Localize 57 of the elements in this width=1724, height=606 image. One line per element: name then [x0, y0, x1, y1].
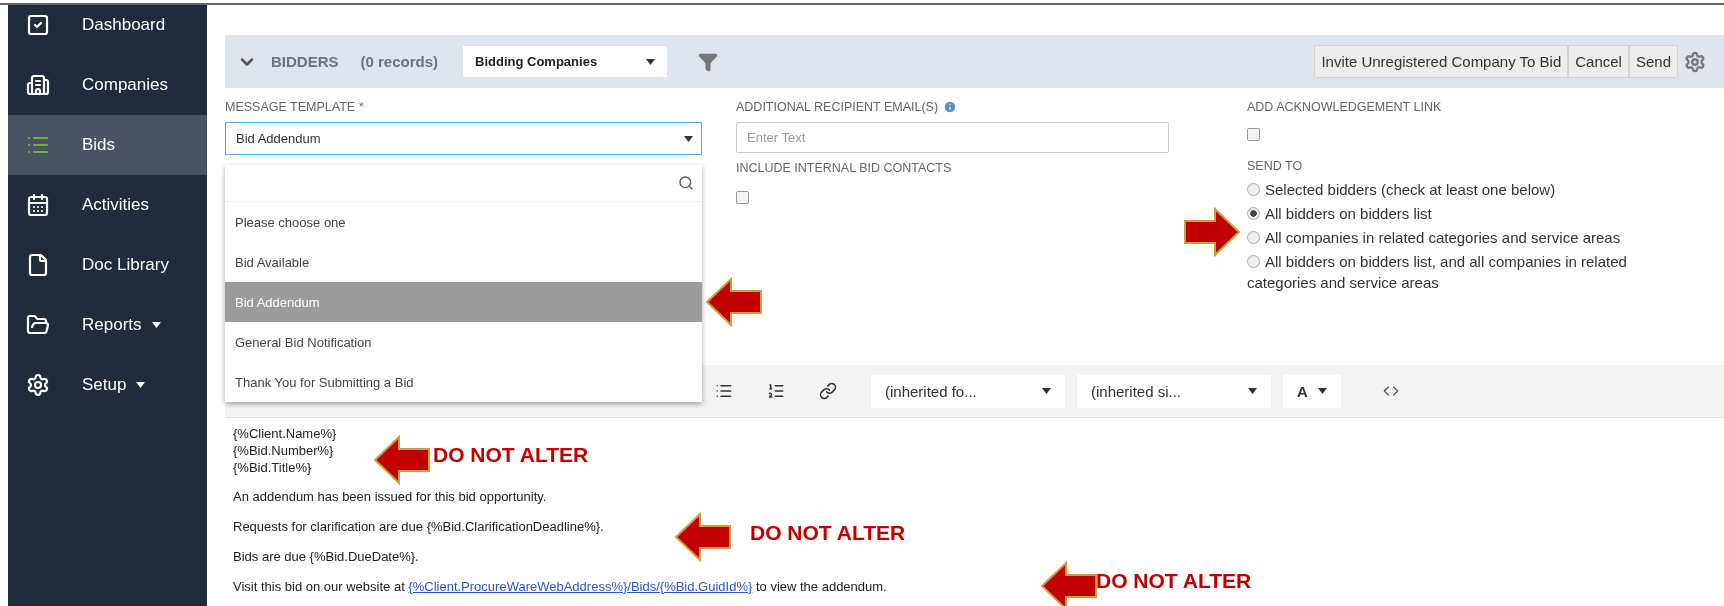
code-icon[interactable] — [1383, 383, 1399, 399]
toolbar-select[interactable]: (inherited si... — [1077, 374, 1271, 408]
sidebar-item[interactable]: Bids — [8, 115, 207, 175]
field-label: ADDITIONAL RECIPIENT EMAIL(S) — [736, 100, 1169, 114]
dropdown-option[interactable]: Please choose one — [225, 202, 702, 242]
template-select[interactable]: Bid Addendum — [225, 122, 702, 155]
template-line: {%Bid.Number%} — [233, 442, 334, 459]
caret-icon — [646, 58, 656, 65]
search-icon[interactable] — [678, 175, 694, 191]
sidebar-item[interactable]: Companies — [8, 55, 207, 115]
toolbar-select[interactable]: (inherited fo... — [871, 374, 1065, 408]
toolbar-select[interactable]: A — [1283, 374, 1341, 408]
warning-label: DO NOT ALTER — [1096, 569, 1252, 593]
sidebar-item[interactable]: Dashboard — [8, 5, 207, 55]
sidebar-item[interactable]: Reports — [8, 295, 207, 355]
record-count: (0 records) — [360, 53, 439, 70]
message-paragraph: Visit this bid on our website at {%Client.ProcureWareWebAddress%}/Bids/{%Bid.GuidId%} to view the addendum. — [233, 578, 887, 596]
radio-option[interactable]: All companies in related categories and service areas — [1247, 227, 1667, 248]
settings-icon[interactable] — [1684, 50, 1706, 73]
checkbox[interactable] — [1247, 128, 1260, 141]
checkbox[interactable] — [736, 191, 749, 204]
message-paragraph: Requests for clarification are due {%Bid.ClarificationDeadline%}. — [233, 518, 604, 536]
caret-icon — [1318, 388, 1327, 394]
filter-icon[interactable] — [698, 51, 719, 72]
field-label: MESSAGE TEMPLATE * — [225, 100, 365, 114]
template-line: {%Bid.Title%} — [233, 459, 312, 476]
sidebar-item[interactable]: Activities — [8, 175, 207, 235]
caret-icon — [1042, 388, 1051, 394]
action-button[interactable]: Cancel — [1568, 45, 1629, 78]
radio-option[interactable]: All bidders on bidders list — [1247, 203, 1667, 224]
radio-option[interactable]: Selected bidders (check at least one below) — [1247, 179, 1667, 200]
message-paragraph: Bids are due {%Bid.DueDate%}. — [233, 548, 419, 566]
field-label: ADD ACKNOWLEDGEMENT LINK — [1247, 100, 1443, 114]
field-label: INCLUDE INTERNAL BID CONTACTS — [736, 161, 953, 175]
bullet-list-icon[interactable] — [715, 382, 733, 400]
dropdown-option[interactable]: Bid Available — [225, 242, 702, 282]
action-button[interactable]: Invite Unregistered Company To Bid — [1314, 45, 1569, 78]
template-line: {%Client.Name%} — [233, 425, 337, 442]
radio-option[interactable]: All bidders on bidders list, and all companies in related categories and service areas — [1247, 251, 1667, 293]
section-title: BIDDERS — [271, 53, 339, 70]
view-select[interactable]: Bidding Companies — [462, 45, 669, 78]
caret-icon — [1248, 388, 1257, 394]
message-paragraph: An addendum has been issued for this bid opportunity. — [233, 488, 547, 506]
info-icon[interactable] — [943, 100, 958, 114]
warning-label: DO NOT ALTER — [433, 443, 589, 467]
action-button[interactable]: Send — [1628, 45, 1678, 78]
field-label: SEND TO — [1247, 159, 1304, 173]
sidebar-item[interactable]: Setup — [8, 355, 207, 415]
sidebar-item[interactable]: Doc Library — [8, 235, 207, 295]
link-icon[interactable] — [819, 382, 837, 400]
numbered-list-icon[interactable] — [767, 382, 785, 400]
bid-link[interactable]: {%Client.ProcureWareWebAddress%}/Bids/{%Bid.GuidId%} — [408, 579, 753, 594]
dropdown-option[interactable]: Thank You for Submitting a Bid — [225, 362, 702, 402]
warning-label: DO NOT ALTER — [750, 521, 906, 545]
email-field[interactable]: Enter Text — [736, 122, 1169, 153]
caret-icon — [684, 135, 693, 142]
dropdown-option[interactable]: General Bid Notification — [225, 322, 702, 362]
